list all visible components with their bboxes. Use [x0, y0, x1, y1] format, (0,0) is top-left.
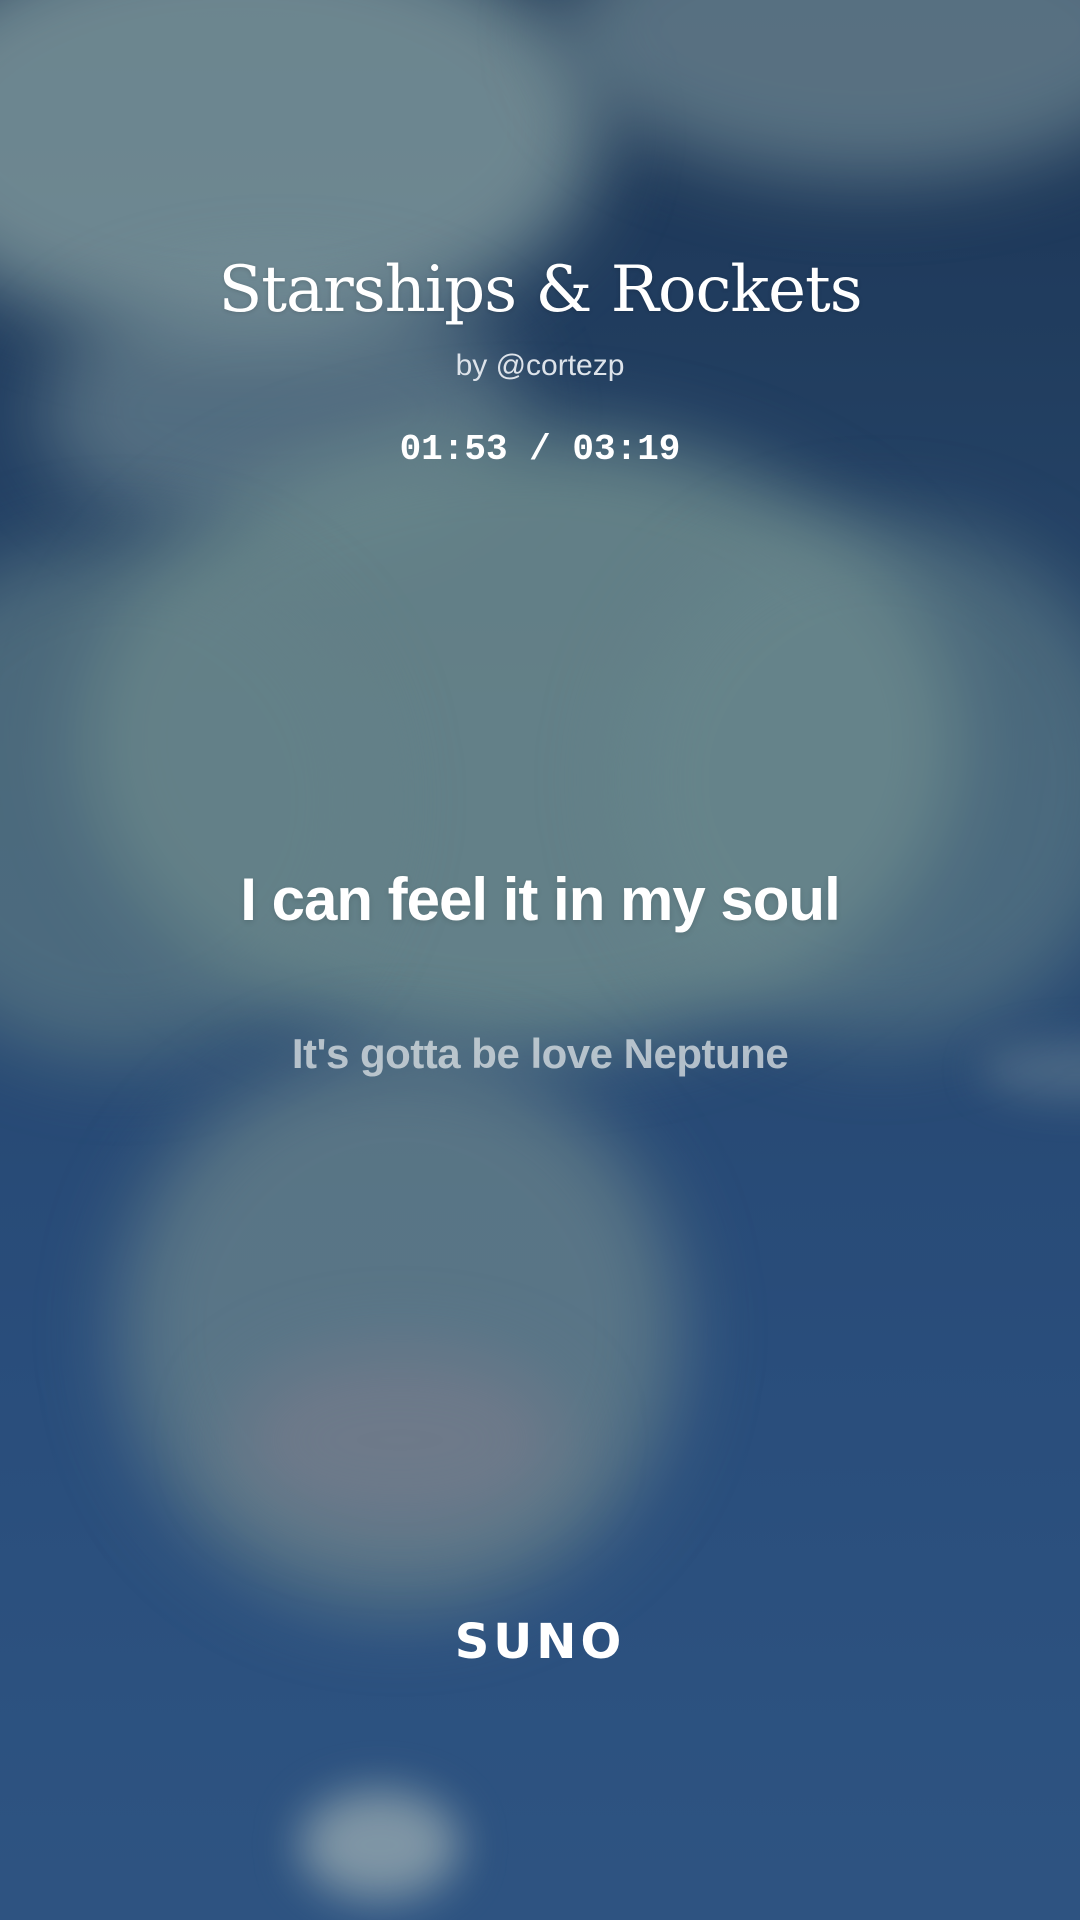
current-lyric-line: I can feel it in my soul	[240, 866, 841, 933]
playback-time: 01:53 / 03:19	[399, 429, 681, 470]
song-title: Starships & Rockets	[218, 253, 862, 327]
next-lyric-line: It's gotta be love Neptune	[291, 1030, 789, 1077]
suno-logo: SUNO	[454, 1614, 626, 1670]
artist-credit[interactable]: by @cortezp	[0, 346, 1080, 386]
